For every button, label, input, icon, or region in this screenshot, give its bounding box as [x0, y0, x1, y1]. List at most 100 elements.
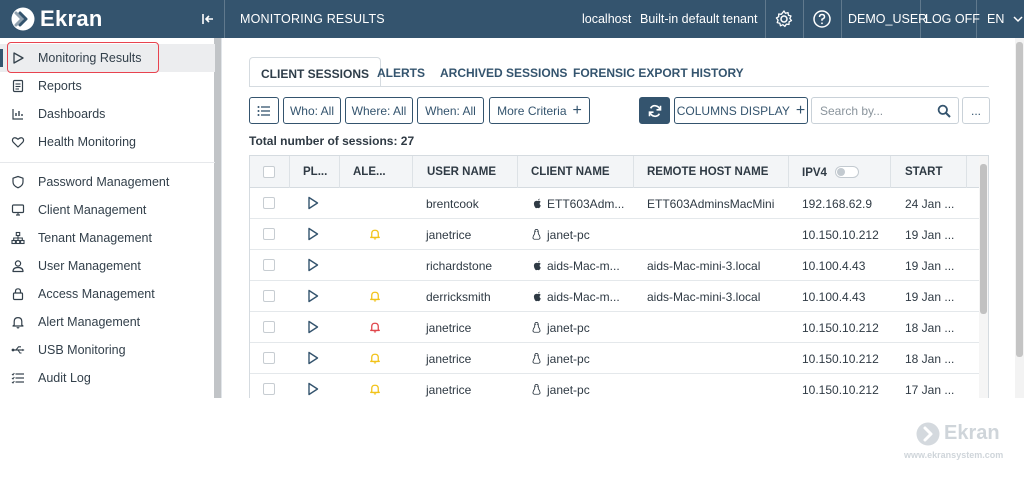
play-session-icon[interactable]: [307, 382, 319, 396]
sidebar-item-usb-monitoring[interactable]: USB Monitoring: [0, 336, 215, 364]
sidebar-item-dashboards[interactable]: Dashboards: [0, 100, 215, 128]
sidebar-item-label: Tenant Management: [38, 231, 152, 245]
refresh-button[interactable]: [639, 97, 670, 124]
row-checkbox[interactable]: [263, 383, 275, 395]
column-header-user-name[interactable]: USER NAME: [413, 156, 518, 188]
table-scroll-thumb[interactable]: [980, 164, 987, 314]
client-name-text: janet-pc: [547, 352, 590, 366]
host-name[interactable]: localhost: [582, 12, 631, 26]
table-row[interactable]: janetrice janet-pc 10.150.10.212 17 Jan ...: [250, 374, 988, 398]
sidebar-item-password-management[interactable]: Password Management: [0, 168, 215, 196]
sidebar-item-label: Alert Management: [38, 315, 141, 329]
column-header-start[interactable]: START: [891, 156, 967, 188]
sidebar-item-alert-management[interactable]: Alert Management: [0, 308, 215, 336]
bell-icon: [12, 317, 24, 329]
client-name-cell: janet-pc: [531, 228, 590, 242]
play-session-icon[interactable]: [307, 351, 319, 365]
more-options-button[interactable]: ...: [962, 97, 990, 124]
sidebar-item-user-management[interactable]: User Management: [0, 252, 215, 280]
sidebar-item-label: Health Monitoring: [38, 135, 136, 149]
play-session-icon[interactable]: [307, 227, 319, 241]
row-checkbox[interactable]: [263, 352, 275, 364]
language-select[interactable]: EN: [987, 12, 1023, 26]
ipv4-cell: 10.150.10.212: [802, 383, 879, 397]
sessions-table: PL... ALE... USER NAME CLIENT NAME REMOT…: [249, 155, 989, 398]
more-criteria-button[interactable]: More Criteria +: [489, 97, 590, 124]
sidebar-item-health-monitoring[interactable]: Health Monitoring: [0, 128, 215, 156]
sidebar-item-label: User Management: [38, 259, 141, 273]
columns-display-button[interactable]: COLUMNS DISPLAY +: [674, 97, 808, 124]
linux-icon: [532, 228, 541, 240]
row-checkbox[interactable]: [263, 290, 275, 302]
table-row[interactable]: janetrice janet-pc 10.150.10.212 18 Jan ...: [250, 343, 988, 374]
ipv4-cell: 10.100.4.43: [802, 290, 866, 304]
ekran-logo[interactable]: Ekran: [11, 6, 103, 31]
table-row[interactable]: derricksmith aids-Mac-m... aids-Mac-mini-3…: [250, 281, 988, 312]
tenant-name[interactable]: Built-in default tenant: [640, 12, 757, 26]
row-checkbox[interactable]: [263, 321, 275, 333]
list-view-icon: [257, 105, 270, 116]
column-header-alert[interactable]: ALE...: [340, 156, 413, 188]
tab-client-sessions[interactable]: CLIENT SESSIONS: [249, 57, 382, 87]
alert-bell-yellow-icon[interactable]: [369, 352, 381, 364]
brand-name: Ekran: [40, 6, 103, 31]
table-row[interactable]: janetrice janet-pc 10.150.10.212 18 Jan ...: [250, 312, 988, 343]
sidebar-scroll-thumb[interactable]: [214, 38, 221, 398]
ekran-watermark-icon: [916, 422, 940, 446]
help-icon[interactable]: [812, 9, 832, 29]
select-all-checkbox[interactable]: [263, 166, 275, 178]
sidebar-item-audit-log[interactable]: Audit Log: [0, 364, 215, 392]
who-filter-button[interactable]: Who: All: [283, 97, 341, 124]
row-checkbox[interactable]: [263, 228, 275, 240]
table-row[interactable]: brentcook ETT603Adm... ETT603AdminsMacMini…: [250, 188, 988, 219]
user-name-cell: janetrice: [426, 383, 472, 397]
row-checkbox[interactable]: [263, 259, 275, 271]
logoff-button[interactable]: LOG OFF: [925, 12, 980, 26]
row-checkbox[interactable]: [263, 197, 275, 209]
table-row[interactable]: richardstone aids-Mac-m... aids-Mac-mini-3…: [250, 250, 988, 281]
sidebar-item-label: Password Management: [38, 175, 170, 189]
header-divider: [976, 0, 977, 38]
alert-bell-yellow-icon[interactable]: [369, 228, 381, 240]
header-divider: [803, 0, 804, 38]
ipv4-cell: 10.150.10.212: [802, 321, 879, 335]
current-user[interactable]: DEMO_USER: [848, 12, 927, 26]
column-header-ipv4[interactable]: IPV4: [789, 156, 891, 188]
chevron-down-icon: [1013, 16, 1023, 23]
column-header-play[interactable]: PL...: [290, 156, 340, 188]
search-input[interactable]: Search by...: [811, 97, 959, 124]
search-icon[interactable]: [937, 104, 951, 118]
alert-bell-yellow-icon[interactable]: [369, 383, 381, 395]
when-filter-button[interactable]: When: All: [417, 97, 484, 124]
play-session-icon[interactable]: [307, 258, 319, 272]
play-session-icon[interactable]: [307, 320, 319, 334]
sidebar-item-client-management[interactable]: Client Management: [0, 196, 215, 224]
list-view-button[interactable]: [249, 97, 279, 124]
where-filter-button[interactable]: Where: All: [345, 97, 413, 124]
header-divider: [224, 0, 225, 38]
sidebar-item-reports[interactable]: Reports: [0, 72, 215, 100]
apple-icon: [533, 260, 541, 271]
sidebar-item-label: Reports: [38, 79, 82, 93]
play-session-icon[interactable]: [307, 289, 319, 303]
user-icon: [12, 260, 24, 273]
columns-display-label: COLUMNS DISPLAY: [676, 103, 790, 118]
sidebar-item-tenant-management[interactable]: Tenant Management: [0, 224, 215, 252]
play-session-icon[interactable]: [307, 196, 319, 210]
sidebar-item-label: USB Monitoring: [38, 343, 126, 357]
column-header-client-name[interactable]: CLIENT NAME: [518, 156, 634, 188]
alert-bell-yellow-icon[interactable]: [369, 290, 381, 302]
ipv4-cell: 10.150.10.212: [802, 228, 879, 242]
hierarchy-icon: [11, 231, 25, 245]
ipv4-toggle[interactable]: [835, 166, 860, 178]
tab-archived-sessions[interactable]: ARCHIVED SESSIONS: [440, 57, 567, 87]
tab-alerts[interactable]: ALERTS: [377, 57, 425, 87]
collapse-sidebar-icon[interactable]: [200, 11, 216, 27]
table-row[interactable]: janetrice janet-pc 10.150.10.212 19 Jan ...: [250, 219, 988, 250]
tab-forensic-export-history[interactable]: FORENSIC EXPORT HISTORY: [573, 57, 744, 87]
gear-icon[interactable]: [774, 9, 794, 29]
alert-bell-red-icon[interactable]: [369, 321, 381, 333]
page-scroll-thumb[interactable]: [1016, 42, 1023, 357]
column-header-remote-host[interactable]: REMOTE HOST NAME: [634, 156, 789, 188]
sidebar-item-access-management[interactable]: Access Management: [0, 280, 215, 308]
